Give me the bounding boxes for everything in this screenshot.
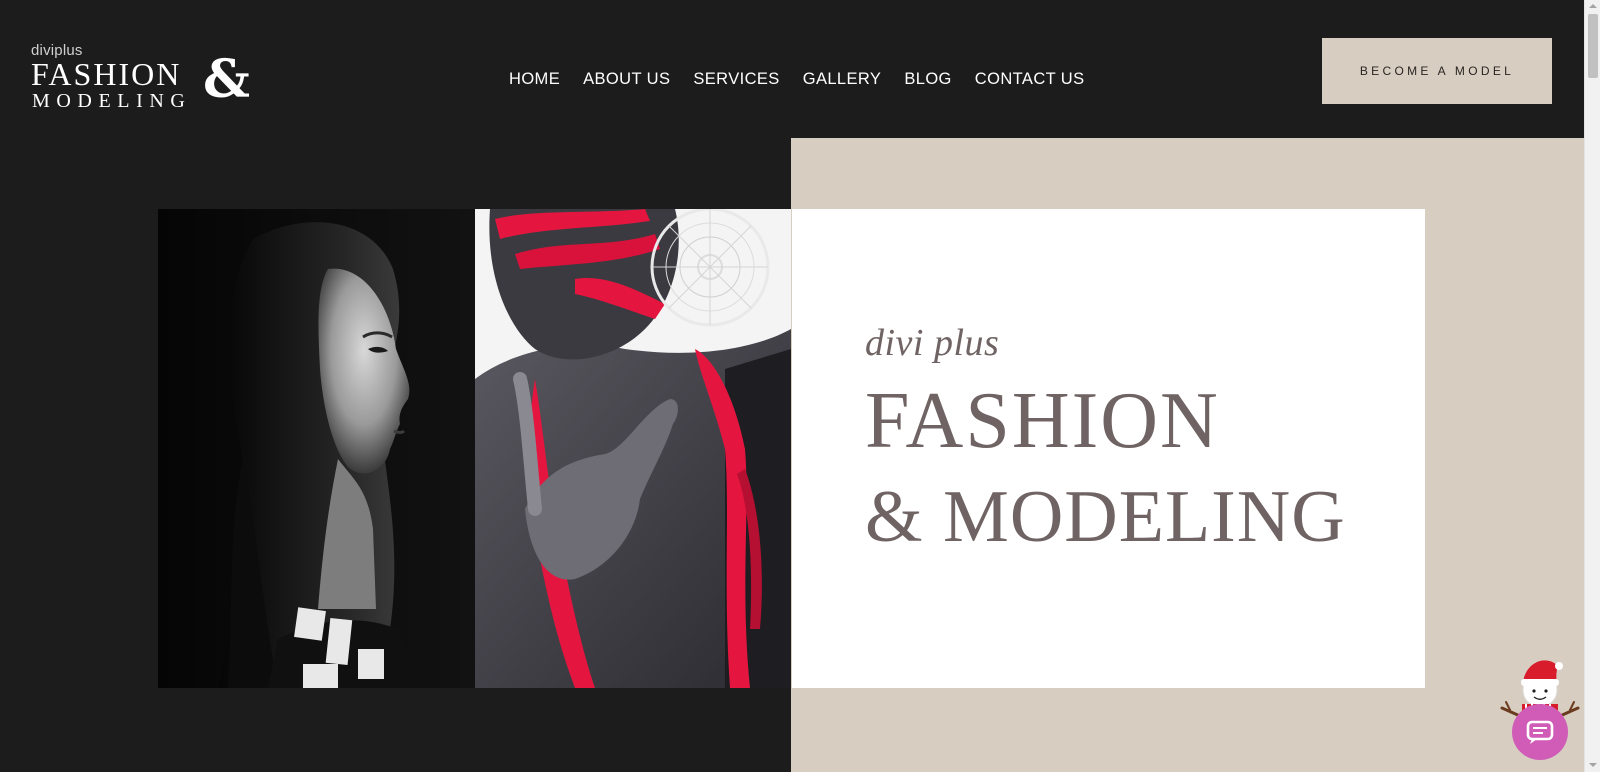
nav-blog[interactable]: BLOG: [904, 70, 951, 89]
become-a-model-button[interactable]: BECOME A MODEL: [1322, 38, 1552, 104]
scroll-up-arrow-icon[interactable]: [1589, 4, 1597, 8]
site-header: diviplus FASHION MODELING & HOME ABOUT U…: [0, 0, 1584, 138]
portrait-illustration: [218, 222, 423, 688]
chat-widget-button[interactable]: [1496, 652, 1584, 764]
nav-about-us[interactable]: ABOUT US: [583, 70, 670, 89]
hero-photo-portrait: [158, 209, 475, 688]
hero-script-text: divi plus: [865, 322, 1000, 364]
logo-fashion-text: FASHION: [31, 56, 182, 92]
nav-gallery[interactable]: GALLERY: [803, 70, 882, 89]
body-paint-illustration: [475, 209, 791, 688]
site-logo[interactable]: diviplus FASHION MODELING &: [31, 40, 261, 120]
hero-photo-body-paint: [475, 209, 791, 688]
hero-title-line2: & MODELING: [865, 476, 1346, 558]
main-nav: HOME ABOUT US SERVICES GALLERY BLOG CONT…: [509, 70, 1085, 89]
scrollbar-thumb[interactable]: [1588, 14, 1598, 78]
logo-modeling-text: MODELING: [32, 90, 192, 112]
page: diviplus FASHION MODELING & HOME ABOUT U…: [0, 0, 1600, 772]
earring-icon: [650, 209, 770, 327]
vertical-scrollbar[interactable]: [1584, 0, 1600, 772]
hero-title-line1: FASHION: [865, 377, 1220, 465]
nav-contact-us[interactable]: CONTACT US: [975, 70, 1085, 89]
nav-home[interactable]: HOME: [509, 70, 560, 89]
logo-ampersand: &: [203, 49, 250, 110]
snowman-chat-icon: [1500, 660, 1580, 760]
scroll-down-arrow-icon[interactable]: [1589, 763, 1597, 767]
hero-title-card: divi plus FASHION & MODELING: [792, 209, 1425, 688]
nav-services[interactable]: SERVICES: [693, 70, 779, 89]
